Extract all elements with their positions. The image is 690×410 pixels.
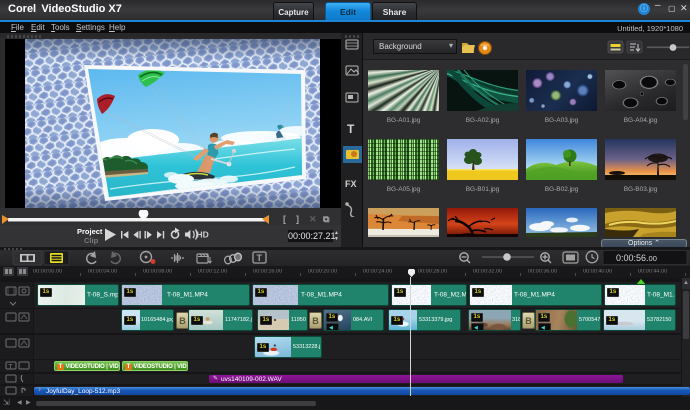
svg-text:T: T xyxy=(9,365,13,371)
svg-text:0:00:56.00: 0:00:56.00 xyxy=(616,253,657,263)
svg-text:HD: HD xyxy=(197,230,209,240)
svg-text:T: T xyxy=(347,122,355,136)
svg-text:T: T xyxy=(257,253,263,263)
svg-text:FX: FX xyxy=(345,179,357,189)
